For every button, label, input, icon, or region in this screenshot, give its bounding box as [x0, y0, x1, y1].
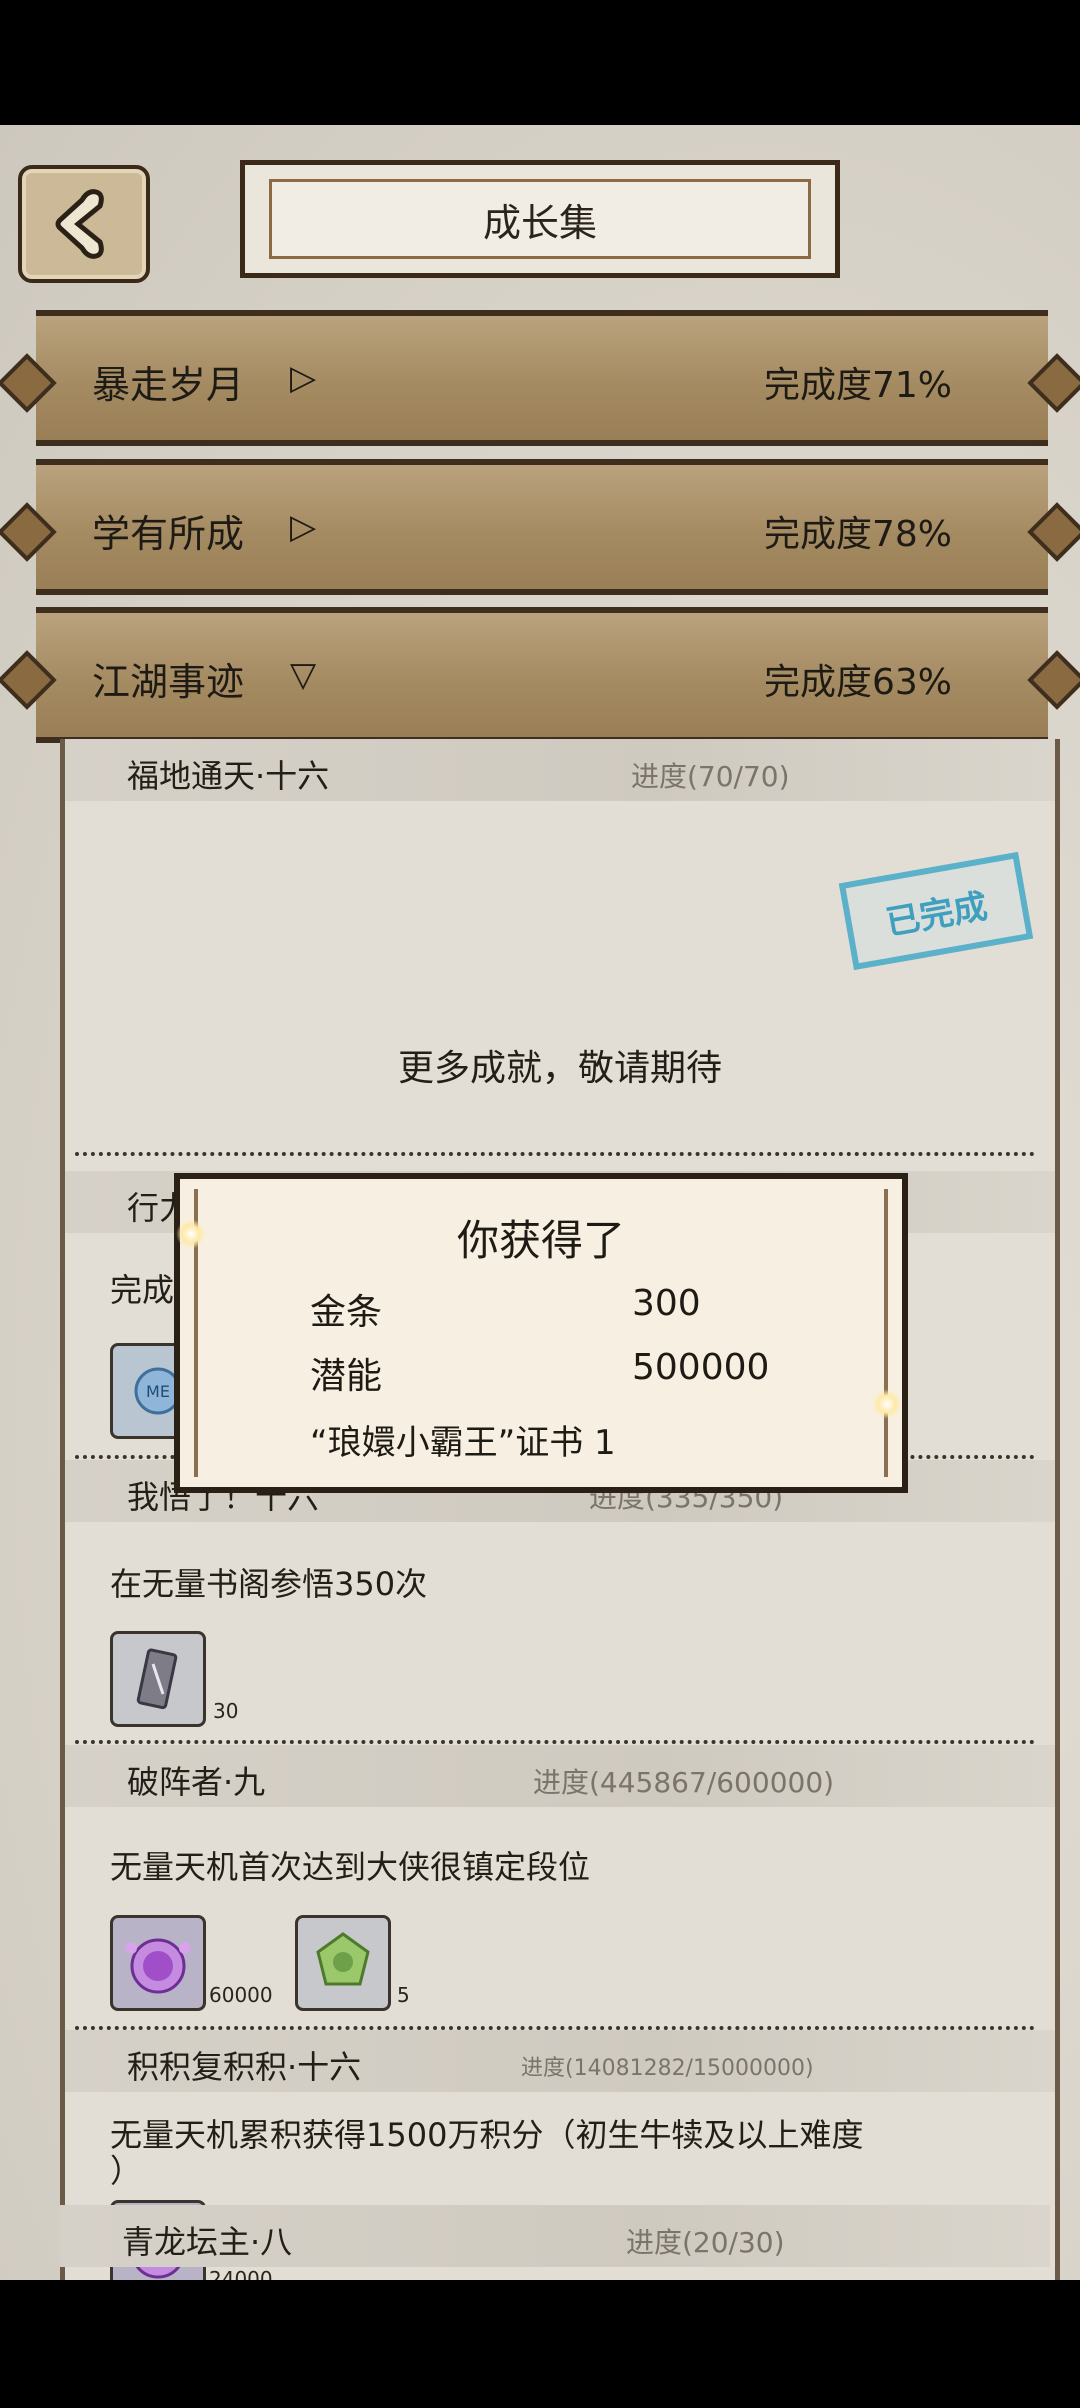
reward-quantity: 60000: [209, 1983, 273, 2007]
expand-arrow-icon[interactable]: ▷: [290, 358, 316, 398]
reward-value: 500000: [632, 1347, 770, 1388]
page-title: 成长集: [482, 200, 597, 245]
system-nav-bar: [0, 2280, 1080, 2408]
achievement-list[interactable]: 福地通天·十六 进度(70/70) 更多成就，敬请期待 已完成 行力 完成 ME…: [60, 739, 1060, 2280]
reward-quantity: 5: [397, 1983, 410, 2007]
achievement-screen: 成长集 暴走岁月 ▷ 完成度71% 学有所成 ▷ 完成度78% 江湖事迹 ▽ 完…: [0, 125, 1080, 2280]
category-xueyou[interactable]: 学有所成 ▷ 完成度78%: [36, 459, 1048, 595]
achievement-desc: 在无量书阁参悟350次: [110, 1565, 428, 1603]
book-scroll-icon: [136, 1648, 178, 1710]
achievement-title: 破阵者·九: [127, 1763, 266, 1801]
category-jianghu[interactable]: 江湖事迹 ▽ 完成度63%: [36, 607, 1048, 743]
category-baozou[interactable]: 暴走岁月 ▷ 完成度71%: [36, 310, 1048, 446]
reward-value: 300: [632, 1283, 701, 1324]
achievement-header: 福地通天·十六 进度(70/70): [65, 739, 1055, 801]
svg-text:ME: ME: [146, 1382, 170, 1401]
achievement-title: 青龙坛主·八: [122, 2223, 293, 2261]
expand-arrow-icon[interactable]: ▷: [290, 507, 316, 547]
page-title-frame: 成长集: [240, 160, 840, 278]
reward-name: 潜能: [310, 1356, 383, 1397]
completed-stamp: 已完成: [838, 851, 1034, 971]
sparkle-icon: [176, 1219, 206, 1249]
reward-popup[interactable]: 你获得了 金条 300 潜能 500000 “琅嬛小霸王”证书 1: [174, 1173, 908, 1493]
achievement-header: 积积复积积·十六 进度(14081282/15000000): [65, 2030, 1055, 2092]
reward-item[interactable]: [110, 1915, 206, 2011]
achievement-title: 福地通天·十六: [127, 757, 330, 795]
more-coming-text: 更多成就，敬请期待: [397, 1048, 722, 1089]
divider: [75, 1152, 1035, 1156]
achievement-progress: 进度(20/30): [626, 2226, 785, 2259]
category-progress: 完成度71%: [763, 365, 952, 406]
back-button[interactable]: [18, 165, 150, 283]
green-gem-icon: [316, 1932, 370, 1986]
certificate-reward: “琅嬛小霸王”证书 1: [310, 1423, 616, 1463]
achievement-progress: 进度(70/70): [631, 760, 790, 793]
category-name: 学有所成: [92, 512, 245, 556]
collapse-arrow-icon[interactable]: ▽: [290, 655, 316, 695]
achievement-header: 破阵者·九 进度(445867/600000): [65, 1745, 1055, 1807]
achievement-title: 积积复积积·十六: [127, 2048, 362, 2086]
reward-quantity: 24000: [209, 2267, 273, 2280]
reward-quantity: 30: [213, 1699, 239, 1723]
achievement-desc-cont: ）: [110, 2152, 143, 2190]
reward-item[interactable]: [295, 1915, 391, 2011]
back-arrow-icon: [55, 189, 104, 259]
category-name: 江湖事迹: [92, 660, 245, 704]
achievement-progress: 进度(14081282/15000000): [521, 2056, 814, 2081]
purple-orb-icon: [125, 1938, 191, 1994]
reward-name: 金条: [310, 1292, 383, 1333]
category-name: 暴走岁月: [92, 363, 245, 407]
divider: [75, 1740, 1035, 1744]
category-progress: 完成度78%: [763, 514, 952, 555]
achievement-desc: 无量天机累积获得1500万积分（初生牛犊及以上难度: [110, 2116, 864, 2154]
popup-title: 你获得了: [456, 1216, 625, 1265]
reward-item[interactable]: [110, 1631, 206, 1727]
achievement-desc: 完成: [110, 1271, 175, 1309]
achievement-progress: 进度(445867/600000): [533, 1766, 835, 1799]
achievement-desc: 无量天机首次达到大侠很镇定段位: [110, 1848, 591, 1886]
sparkle-icon: [872, 1389, 902, 1419]
category-progress: 完成度63%: [763, 662, 952, 703]
achievement-header: 青龙坛主·八 进度(20/30): [60, 2205, 1050, 2267]
